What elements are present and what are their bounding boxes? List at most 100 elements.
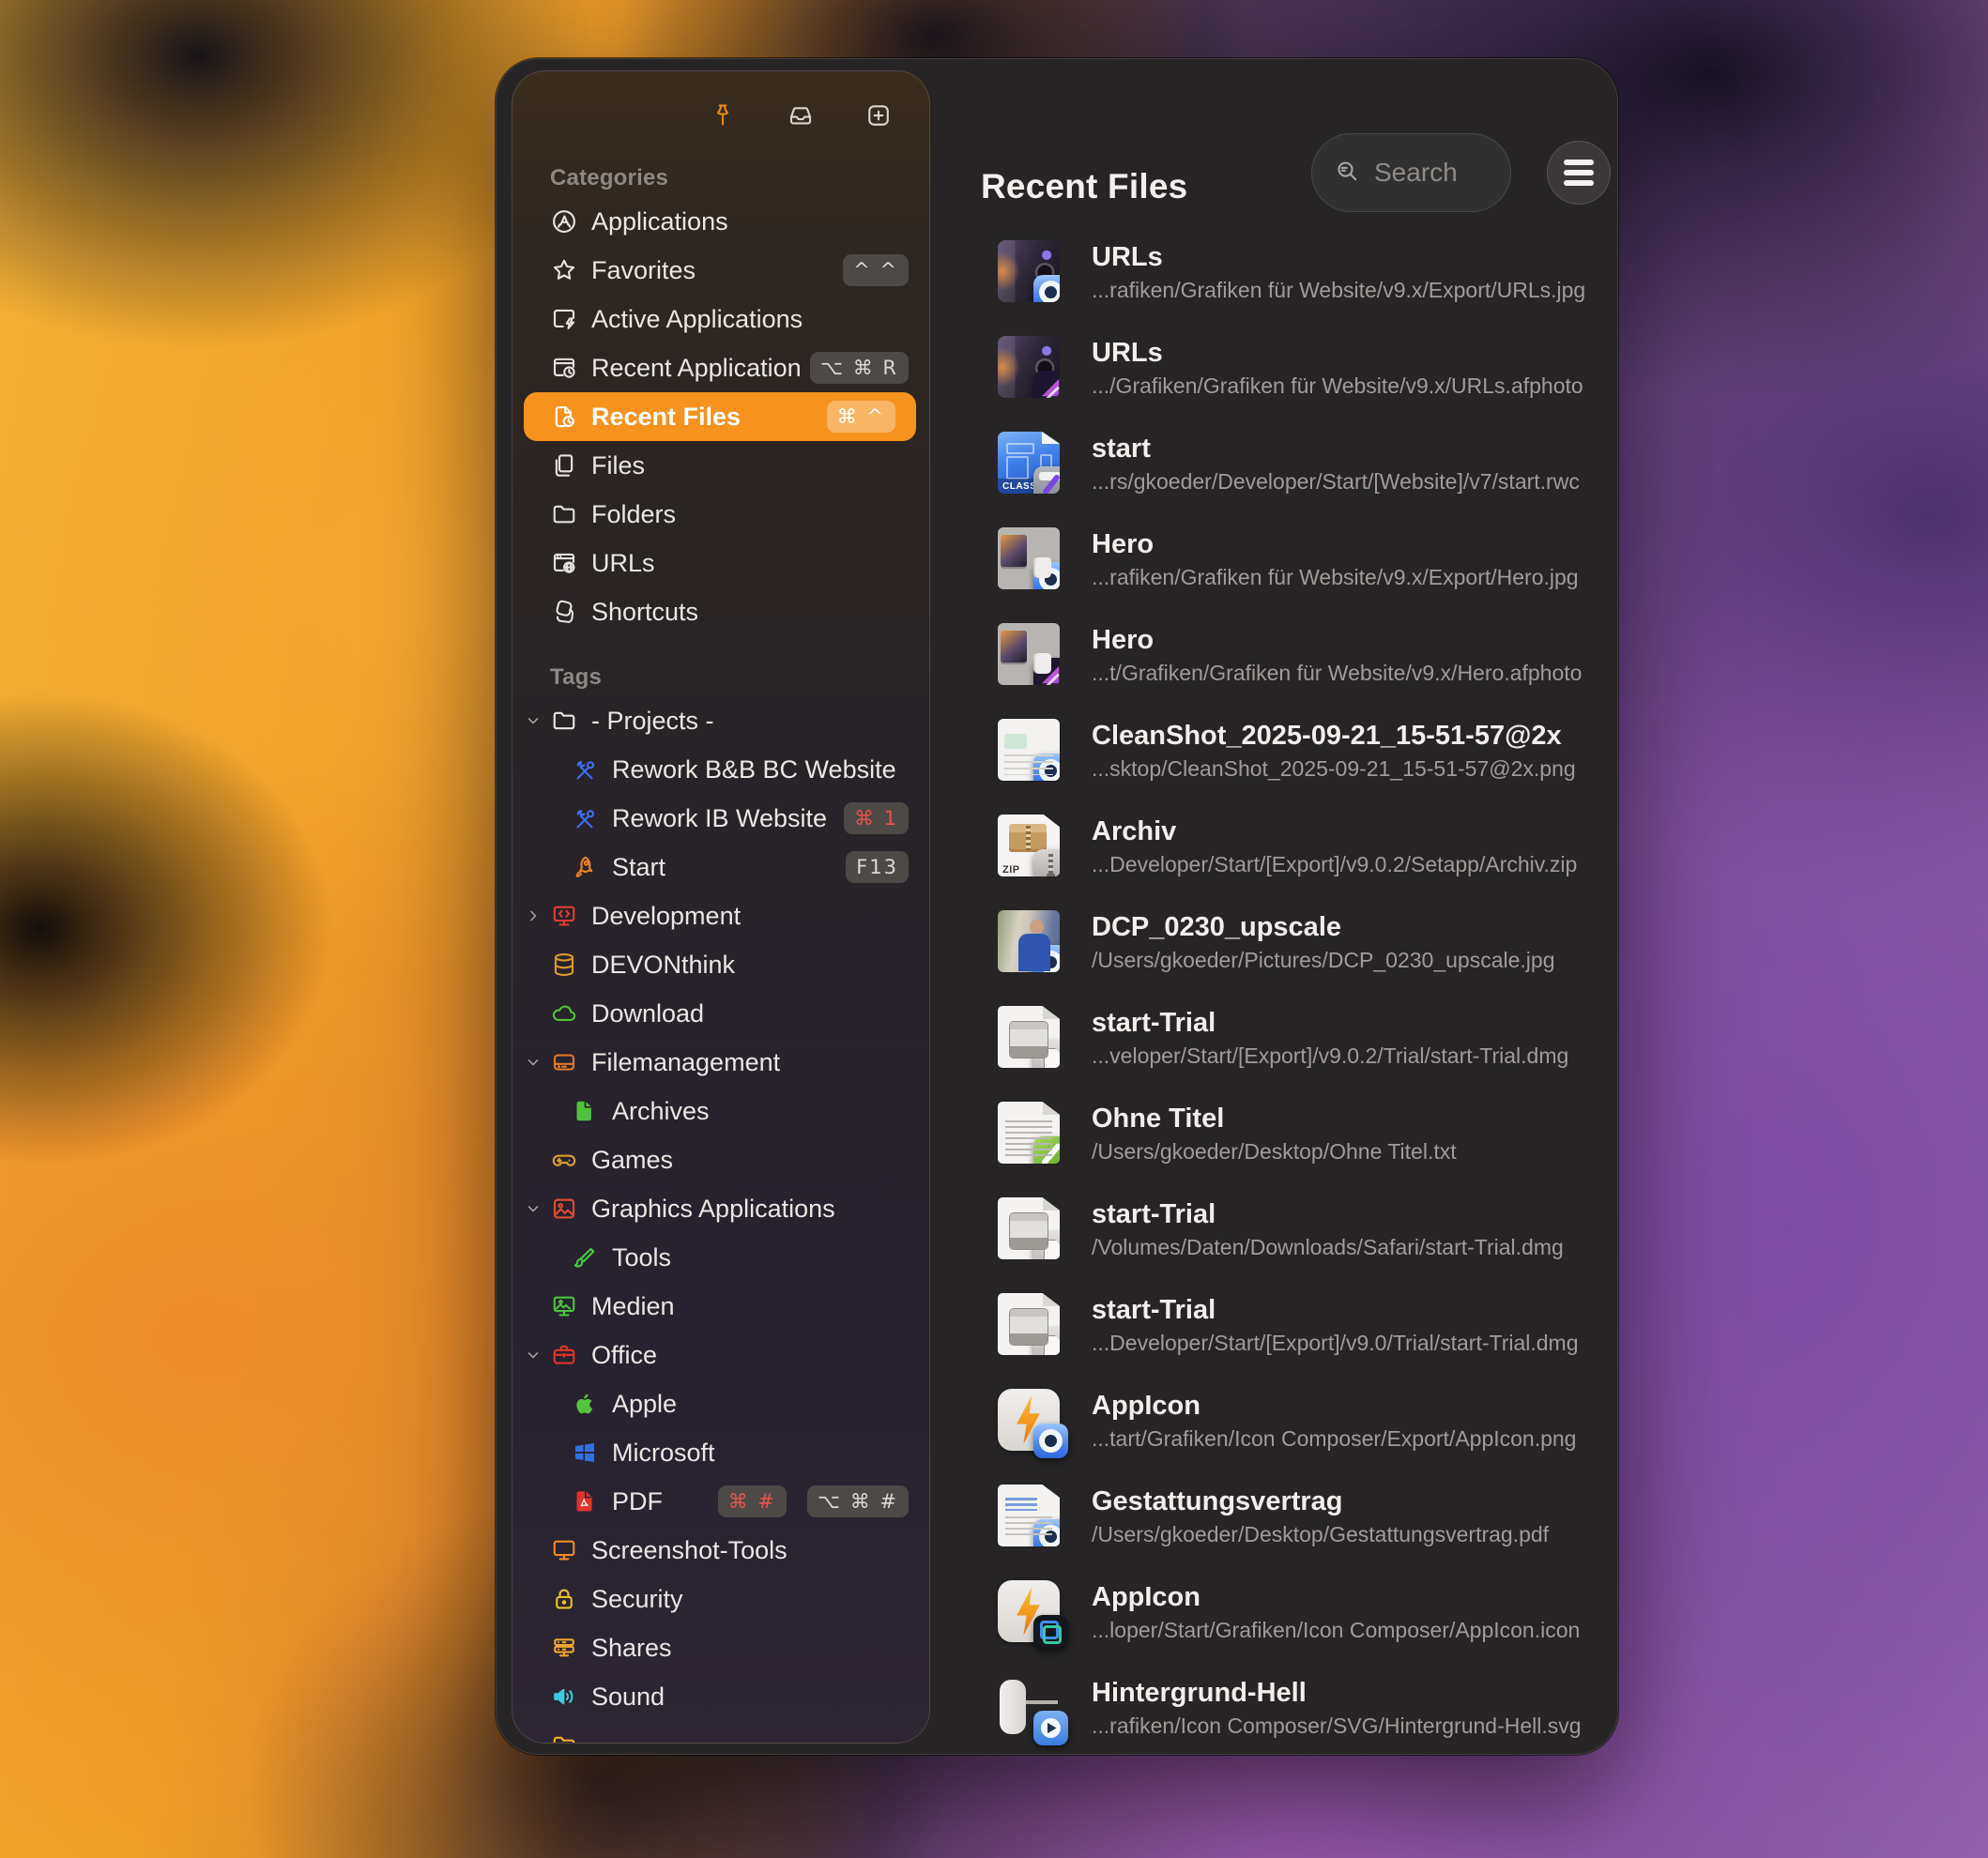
file-name: Archiv (1092, 813, 1577, 850)
sidebar-item-applications[interactable]: Applications (512, 197, 929, 246)
file-thumbnail-zip-box: ZIP (998, 815, 1060, 876)
sidebar-item-projects[interactable]: - Projects - (512, 696, 929, 745)
file-row[interactable]: AppIcon...loper/Start/Grafiken/Icon Comp… (939, 1563, 1618, 1659)
file-name: AppIcon (1092, 1578, 1580, 1616)
sidebar-item-label: Screenshot-Tools (591, 1536, 788, 1565)
file-thumbnail-photo-desk (998, 527, 1060, 589)
chevron-down-icon (524, 711, 550, 730)
file-meta: start-Trial/Volumes/Daten/Downloads/Safa… (1092, 1196, 1564, 1262)
file-name: start-Trial (1092, 1291, 1579, 1329)
sidebar-item-files[interactable]: Files (512, 441, 929, 490)
sidebar-item-shares[interactable]: Shares (512, 1623, 929, 1672)
file-row[interactable]: ZIP Archiv...Developer/Start/[Export]/v9.… (939, 798, 1618, 893)
menu-button[interactable] (1547, 141, 1611, 205)
cleanshot-badge-icon (1033, 275, 1060, 302)
file-row[interactable]: start-Trial...veloper/Start/[Export]/v9.… (939, 989, 1618, 1085)
sidebar-item-label: Office (591, 1341, 657, 1370)
file-row[interactable]: Hintergrund-Hell...rafiken/Icon Composer… (939, 1659, 1618, 1755)
sidebar-item-label: Archives (612, 1097, 710, 1126)
shortcut-badge: ⌘ 1 (844, 802, 909, 834)
briefcase-icon (550, 1341, 578, 1369)
app-window: Categories ApplicationsFavorites^ ^Activ… (496, 58, 1618, 1755)
sidebar-item-active-applications[interactable]: Active Applications (512, 295, 929, 343)
sidebar-item-office[interactable]: Office (512, 1331, 929, 1379)
sidebar-item-label: Tools (612, 1243, 671, 1272)
iconcomposer-badge-icon (1033, 1615, 1068, 1650)
sidebar-item-start[interactable]: StartF13 (512, 843, 929, 891)
sidebar-item-recent-applications[interactable]: Recent Applications⌥ ⌘ R (512, 343, 929, 392)
add-icon[interactable] (864, 100, 894, 130)
drive-icon (550, 1048, 578, 1076)
sidebar-item-favorites[interactable]: Favorites^ ^ (512, 246, 929, 295)
sidebar-item-shortcuts[interactable]: Shortcuts (512, 587, 929, 636)
file-path: /Volumes/Daten/Downloads/Safari/start-Tr… (1092, 1233, 1564, 1262)
document-fill-icon (571, 1097, 599, 1125)
file-row[interactable]: start-Trial...Developer/Start/[Export]/v… (939, 1276, 1618, 1372)
file-row[interactable]: Ohne Titel/Users/gkoeder/Desktop/Ohne Ti… (939, 1085, 1618, 1180)
file-row[interactable]: URLs.../Grafiken/Grafiken für Website/v9… (939, 319, 1618, 415)
docbadge-badge-icon (1033, 1232, 1060, 1259)
sidebar-item-download[interactable]: Download (512, 989, 929, 1038)
sidebar-item-pdf[interactable]: PDF⌘ #⌥ ⌘ # (512, 1477, 929, 1526)
sidebar-item-label: Rework B&B BC Website (612, 755, 896, 784)
affinity-badge-icon (1033, 371, 1060, 398)
pin-icon[interactable] (708, 100, 738, 130)
file-path: ...Developer/Start/[Export]/v9.0/Trial/s… (1092, 1329, 1579, 1358)
sidebar-item-urls[interactable]: URLs (512, 539, 929, 587)
sidebar-item-medien[interactable]: Medien (512, 1282, 929, 1331)
file-meta: start-Trial...Developer/Start/[Export]/v… (1092, 1291, 1579, 1358)
file-row[interactable]: AppIcon...tart/Grafiken/Icon Composer/Ex… (939, 1372, 1618, 1468)
file-row[interactable]: Hero...rafiken/Grafiken für Website/v9.x… (939, 510, 1618, 606)
file-path: ...rafiken/Icon Composer/SVG/Hintergrund… (1092, 1712, 1582, 1741)
sidebar-item-archives[interactable]: Archives (512, 1087, 929, 1135)
sidebar-item-rework-ib-website[interactable]: Rework IB Website⌘ 1 (512, 794, 929, 843)
file-thumbnail-pdf-page (998, 1485, 1060, 1546)
cleanshot-badge-icon (1033, 1519, 1060, 1546)
sidebar-item-development[interactable]: Development (512, 891, 929, 940)
affinity-badge-icon (1033, 658, 1060, 685)
file-path: ...loper/Start/Grafiken/Icon Composer/Ap… (1092, 1616, 1580, 1645)
search-field[interactable] (1311, 133, 1511, 212)
file-thumbnail-shot-dark (998, 240, 1060, 302)
database-icon (550, 951, 578, 979)
apple-icon (571, 1390, 599, 1418)
file-row[interactable]: DCP_0230_upscale/Users/gkoeder/Pictures/… (939, 893, 1618, 989)
sidebar-item-label: Download (591, 999, 704, 1028)
sidebar-item-folders[interactable]: Folders (512, 490, 929, 539)
search-input[interactable] (1372, 157, 1479, 189)
file-row[interactable]: start-Trial/Volumes/Daten/Downloads/Safa… (939, 1180, 1618, 1276)
sidebar-item-label: Start (612, 853, 665, 882)
sidebar-item-filemanagement[interactable]: Filemanagement (512, 1038, 929, 1087)
file-thumbnail-bolt-app (998, 1389, 1060, 1451)
sidebar-item-games[interactable]: Games (512, 1135, 929, 1184)
drawer-icon[interactable] (786, 100, 816, 130)
sidebar-item-tools[interactable]: Tools (512, 1233, 929, 1282)
file-row[interactable]: CleanShot_2025-09-21_15-51-57@2x...sktop… (939, 702, 1618, 798)
sidebar-item-sound[interactable]: Sound (512, 1672, 929, 1721)
file-row[interactable]: CLASSICstart...rs/gkoeder/Developer/Star… (939, 415, 1618, 510)
file-row[interactable]: Hero...t/Grafiken/Grafiken für Website/v… (939, 606, 1618, 702)
sidebar-item-label: Recent Files (591, 403, 741, 432)
sidebar-item-microsoft[interactable]: Microsoft (512, 1428, 929, 1477)
file-path: ...Developer/Start/[Export]/v9.0.2/Setap… (1092, 850, 1577, 879)
sidebar-item-label: Microsoft (612, 1439, 715, 1468)
sidebar-panel: Categories ApplicationsFavorites^ ^Activ… (512, 70, 930, 1744)
sidebar-item-label: Applications (591, 207, 728, 236)
sidebar-item-item[interactable] (512, 1721, 929, 1744)
sidebar-item-recent-files[interactable]: Recent Files⌘ ^ (524, 392, 916, 441)
file-name: AppIcon (1092, 1387, 1576, 1424)
sidebar-item-apple[interactable]: Apple (512, 1379, 929, 1428)
sidebar-item-graphics-applications[interactable]: Graphics Applications (512, 1184, 929, 1233)
tags-list: - Projects - Rework B&B BC Website Rework … (512, 696, 929, 1744)
file-path: ...tart/Grafiken/Icon Composer/Export/Ap… (1092, 1424, 1576, 1454)
sidebar-item-security[interactable]: Security (512, 1575, 929, 1623)
file-row[interactable]: Gestattungsvertrag/Users/gkoeder/Desktop… (939, 1468, 1618, 1563)
chevron-right-icon (524, 906, 550, 925)
shortcut-badge: ⌥ ⌘ # (807, 1485, 909, 1517)
sidebar-item-screenshot-tools[interactable]: Screenshot-Tools (512, 1526, 929, 1575)
tools-crossed-icon (571, 755, 599, 784)
sidebar-item-rework-b-b-bc-website[interactable]: Rework B&B BC Website (512, 745, 929, 794)
file-row[interactable]: URLs...rafiken/Grafiken für Website/v9.x… (939, 223, 1618, 319)
sidebar-item-devonthink[interactable]: DEVONthink (512, 940, 929, 989)
file-meta: Hero...t/Grafiken/Grafiken für Website/v… (1092, 621, 1582, 688)
